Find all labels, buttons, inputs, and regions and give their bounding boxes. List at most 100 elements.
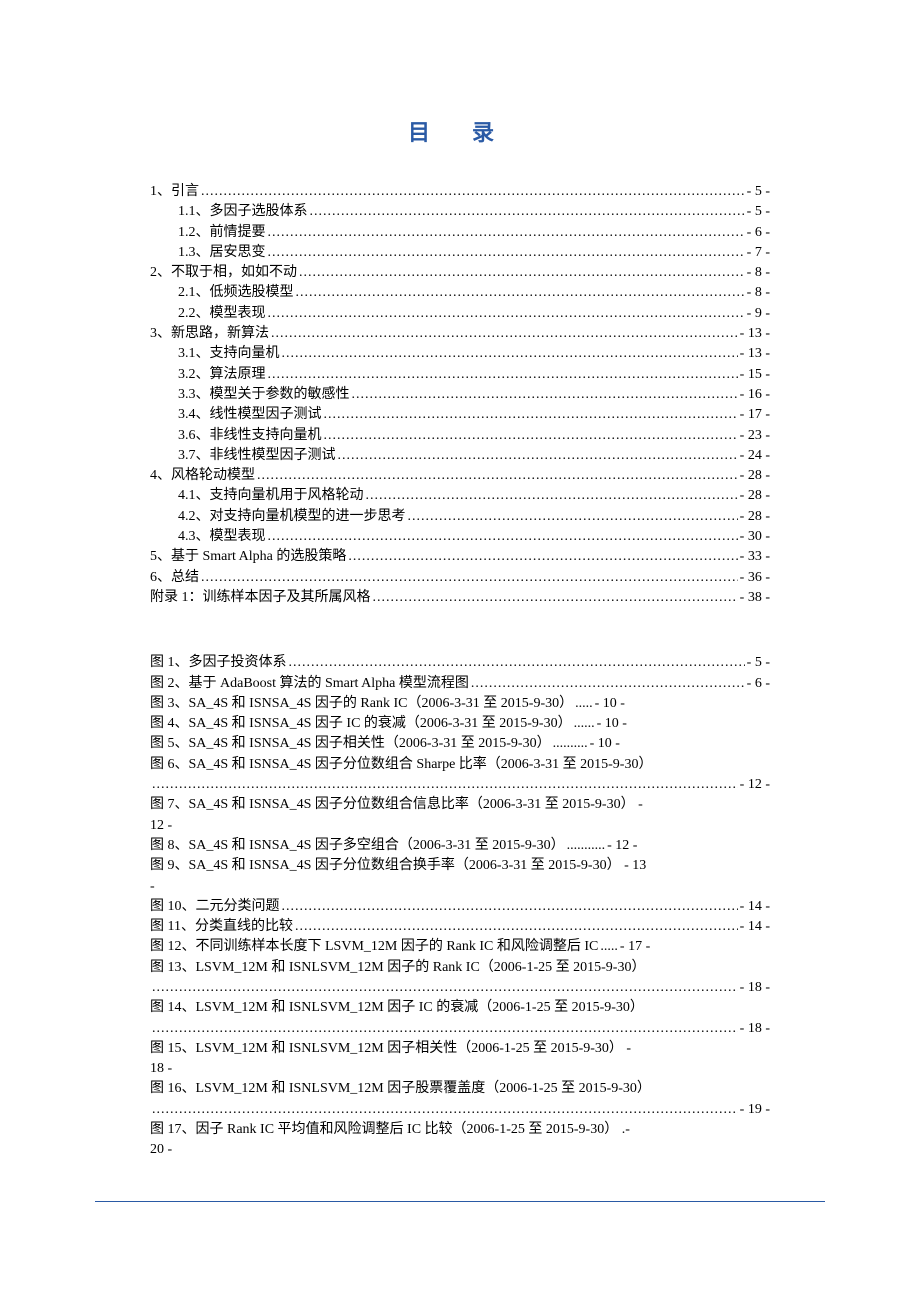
toc-entry-page: - 5 -: [747, 182, 770, 202]
toc-entry[interactable]: 3.4、线性模型因子测试 - 17 -: [150, 405, 770, 425]
toc-entry-page: - 15 -: [740, 365, 770, 385]
figure-entry-label: 图 7、SA_4S 和 ISNSA_4S 因子分位数组合信息比率（2006-3-…: [150, 795, 770, 815]
toc-entry[interactable]: 6、总结- 36 -: [150, 568, 770, 588]
figure-entry[interactable]: 图 1、多因子投资体系- 5 -: [150, 653, 770, 673]
toc-leader: [324, 426, 738, 446]
figure-entry[interactable]: 图 17、因子 Rank IC 平均值和风险调整后 IC 比较（2006-1-2…: [150, 1120, 770, 1161]
toc-entry[interactable]: 1.3、居安思变- 7 -: [150, 243, 770, 263]
figure-entry[interactable]: 图 15、LSVM_12M 和 ISNLSVM_12M 因子相关性（2006-1…: [150, 1039, 770, 1080]
toc-entry[interactable]: 4.3、模型表现 - 30 -: [150, 527, 770, 547]
toc-entry[interactable]: 3、新思路，新算法- 13 -: [150, 324, 770, 344]
toc-entry[interactable]: 1、引言 - 5 -: [150, 182, 770, 202]
toc-entry-page: - 17 -: [740, 405, 770, 425]
figure-entry-label: 图 14、LSVM_12M 和 ISNLSVM_12M 因子 IC 的衰减（20…: [150, 998, 770, 1018]
toc-chapters: 1、引言 - 5 -1.1、多因子选股体系- 5 -1.2、前情提要- 6 -1.…: [150, 182, 770, 608]
figure-entry[interactable]: 图 12、不同训练样本长度下 LSVM_12M 因子的 Rank IC 和风险调…: [150, 937, 770, 957]
figure-entry[interactable]: 图 13、LSVM_12M 和 ISNLSVM_12M 因子的 Rank IC（…: [150, 958, 770, 999]
toc-entry-label: 1、引言: [150, 182, 199, 202]
toc-entry-page: - 8 -: [747, 263, 770, 283]
toc-entry-label: 2.2、模型表现: [178, 304, 266, 324]
figure-entry[interactable]: 图 8、SA_4S 和 ISNSA_4S 因子多空组合（2006-3-31 至 …: [150, 836, 770, 856]
figure-entry[interactable]: 图 9、SA_4S 和 ISNSA_4S 因子分位数组合换手率（2006-3-3…: [150, 856, 770, 897]
toc-leader: [338, 446, 738, 466]
toc-leader: [408, 507, 738, 527]
figure-entry[interactable]: 图 2、基于 AdaBoost 算法的 Smart Alpha 模型流程图- 6…: [150, 674, 770, 694]
figure-entry[interactable]: 图 3、SA_4S 和 ISNSA_4S 因子的 Rank IC（2006-3-…: [150, 694, 770, 714]
toc-leader: [373, 588, 738, 608]
toc-entry[interactable]: 2、不取于相，如如不动 - 8 -: [150, 263, 770, 283]
figure-entry[interactable]: 图 10、二元分类问题- 14 -: [150, 897, 770, 917]
toc-entry-label: 2、不取于相，如如不动: [150, 263, 297, 283]
toc-figures: 图 1、多因子投资体系- 5 -图 2、基于 AdaBoost 算法的 Smar…: [150, 653, 770, 1160]
figure-entry-page: - 6 -: [747, 674, 770, 694]
figure-entry[interactable]: 图 14、LSVM_12M 和 ISNLSVM_12M 因子 IC 的衰减（20…: [150, 998, 770, 1039]
toc-entry[interactable]: 2.1、低频选股模型 - 8 -: [150, 283, 770, 303]
toc-entry[interactable]: 1.2、前情提要- 6 -: [150, 223, 770, 243]
toc-entry-label: 4.3、模型表现: [178, 527, 266, 547]
toc-entry-label: 1.2、前情提要: [178, 223, 266, 243]
figure-entry[interactable]: 图 11、分类直线的比较 - 14 -: [150, 917, 770, 937]
toc-entry[interactable]: 3.3、模型关于参数的敏感性- 16 -: [150, 385, 770, 405]
figure-entry[interactable]: 图 6、SA_4S 和 ISNSA_4S 因子分位数组合 Sharpe 比率（2…: [150, 755, 770, 796]
toc-leader: ..........: [553, 734, 588, 754]
toc-entry[interactable]: 2.2、模型表现 - 9 -: [150, 304, 770, 324]
figure-entry-page: - 19 -: [740, 1100, 770, 1120]
toc-entry-label: 4.2、对支持向量机模型的进一步思考: [178, 507, 406, 527]
figure-entry-label: 图 16、LSVM_12M 和 ISNLSVM_12M 因子股票覆盖度（2006…: [150, 1079, 770, 1099]
toc-entry[interactable]: 3.6、非线性支持向量机- 23 -: [150, 426, 770, 446]
toc-entry-label: 5、基于 Smart Alpha 的选股策略: [150, 547, 346, 567]
toc-entry-page: - 36 -: [740, 568, 770, 588]
toc-entry[interactable]: 1.1、多因子选股体系- 5 -: [150, 202, 770, 222]
toc-leader: [366, 486, 738, 506]
toc-entry-label: 3.3、模型关于参数的敏感性: [178, 385, 350, 405]
figure-entry-page: - 18 -: [740, 978, 770, 998]
figure-entry[interactable]: 图 5、SA_4S 和 ISNSA_4S 因子相关性（2006-3-31 至 2…: [150, 734, 770, 754]
toc-entry-label: 2.1、低频选股模型: [178, 283, 294, 303]
toc-entry-page: - 30 -: [740, 527, 770, 547]
toc-entry-label: 3.1、支持向量机: [178, 344, 280, 364]
toc-leader: [268, 304, 745, 324]
figure-entry-label: 图 17、因子 Rank IC 平均值和风险调整后 IC 比较（2006-1-2…: [150, 1120, 770, 1140]
toc-entry-page: - 28 -: [740, 486, 770, 506]
toc-entry-label: 3.6、非线性支持向量机: [178, 426, 322, 446]
figure-entry-page: 12 -: [150, 816, 172, 836]
toc-entry-label: 3.2、算法原理: [178, 365, 266, 385]
toc-entry[interactable]: 3.7、非线性模型因子测试- 24 -: [150, 446, 770, 466]
toc-entry-page: - 9 -: [747, 304, 770, 324]
toc-entry-page: - 7 -: [747, 243, 770, 263]
toc-entry-page: - 38 -: [740, 588, 770, 608]
figure-entry[interactable]: 图 4、SA_4S 和 ISNSA_4S 因子 IC 的衰减（2006-3-31…: [150, 714, 770, 734]
toc-entry[interactable]: 5、基于 Smart Alpha 的选股策略- 33 -: [150, 547, 770, 567]
toc-leader: [324, 405, 738, 425]
toc-leader: [310, 202, 745, 222]
toc-leader: ......: [574, 714, 595, 734]
toc-entry-label: 3.4、线性模型因子测试: [178, 405, 322, 425]
figure-entry-label: 图 5、SA_4S 和 ISNSA_4S 因子相关性（2006-3-31 至 2…: [150, 734, 551, 754]
toc-leader: ...........: [567, 836, 606, 856]
figure-entry-page: - 12 -: [740, 775, 770, 795]
toc-entry[interactable]: 3.1、支持向量机- 13 -: [150, 344, 770, 364]
figure-entry-page: - 10 -: [590, 734, 620, 754]
figure-entry-label: 图 15、LSVM_12M 和 ISNLSVM_12M 因子相关性（2006-1…: [150, 1039, 770, 1059]
toc-entry[interactable]: 4、风格轮动模型- 28 -: [150, 466, 770, 486]
toc-entry-label: 1.1、多因子选股体系: [178, 202, 308, 222]
toc-entry[interactable]: 附录 1：训练样本因子及其所属风格- 38 -: [150, 588, 770, 608]
toc-entry-label: 4.1、支持向量机用于风格轮动: [178, 486, 364, 506]
toc-entry[interactable]: 4.2、对支持向量机模型的进一步思考- 28 -: [150, 507, 770, 527]
toc-leader: [299, 263, 745, 283]
figure-entry-label: 图 4、SA_4S 和 ISNSA_4S 因子 IC 的衰减（2006-3-31…: [150, 714, 572, 734]
toc-entry[interactable]: 4.1、支持向量机用于风格轮动 - 28 -: [150, 486, 770, 506]
figure-entry-label: 图 11、分类直线的比较: [150, 917, 293, 937]
toc-entry-page: - 8 -: [747, 283, 770, 303]
figure-entry[interactable]: 图 7、SA_4S 和 ISNSA_4S 因子分位数组合信息比率（2006-3-…: [150, 795, 770, 836]
figure-entry-page: - 14 -: [740, 917, 770, 937]
figure-entry-page: - 18 -: [740, 1019, 770, 1039]
figure-entry-page: - 10 -: [595, 694, 625, 714]
toc-leader: [348, 547, 737, 567]
figure-entry-page: - 5 -: [747, 653, 770, 673]
figure-entry[interactable]: 图 16、LSVM_12M 和 ISNLSVM_12M 因子股票覆盖度（2006…: [150, 1079, 770, 1120]
toc-entry[interactable]: 3.2、算法原理 - 15 -: [150, 365, 770, 385]
toc-entry-label: 3、新思路，新算法: [150, 324, 269, 344]
figure-entry-label: 图 9、SA_4S 和 ISNSA_4S 因子分位数组合换手率（2006-3-3…: [150, 856, 770, 876]
toc-entry-page: - 24 -: [740, 446, 770, 466]
